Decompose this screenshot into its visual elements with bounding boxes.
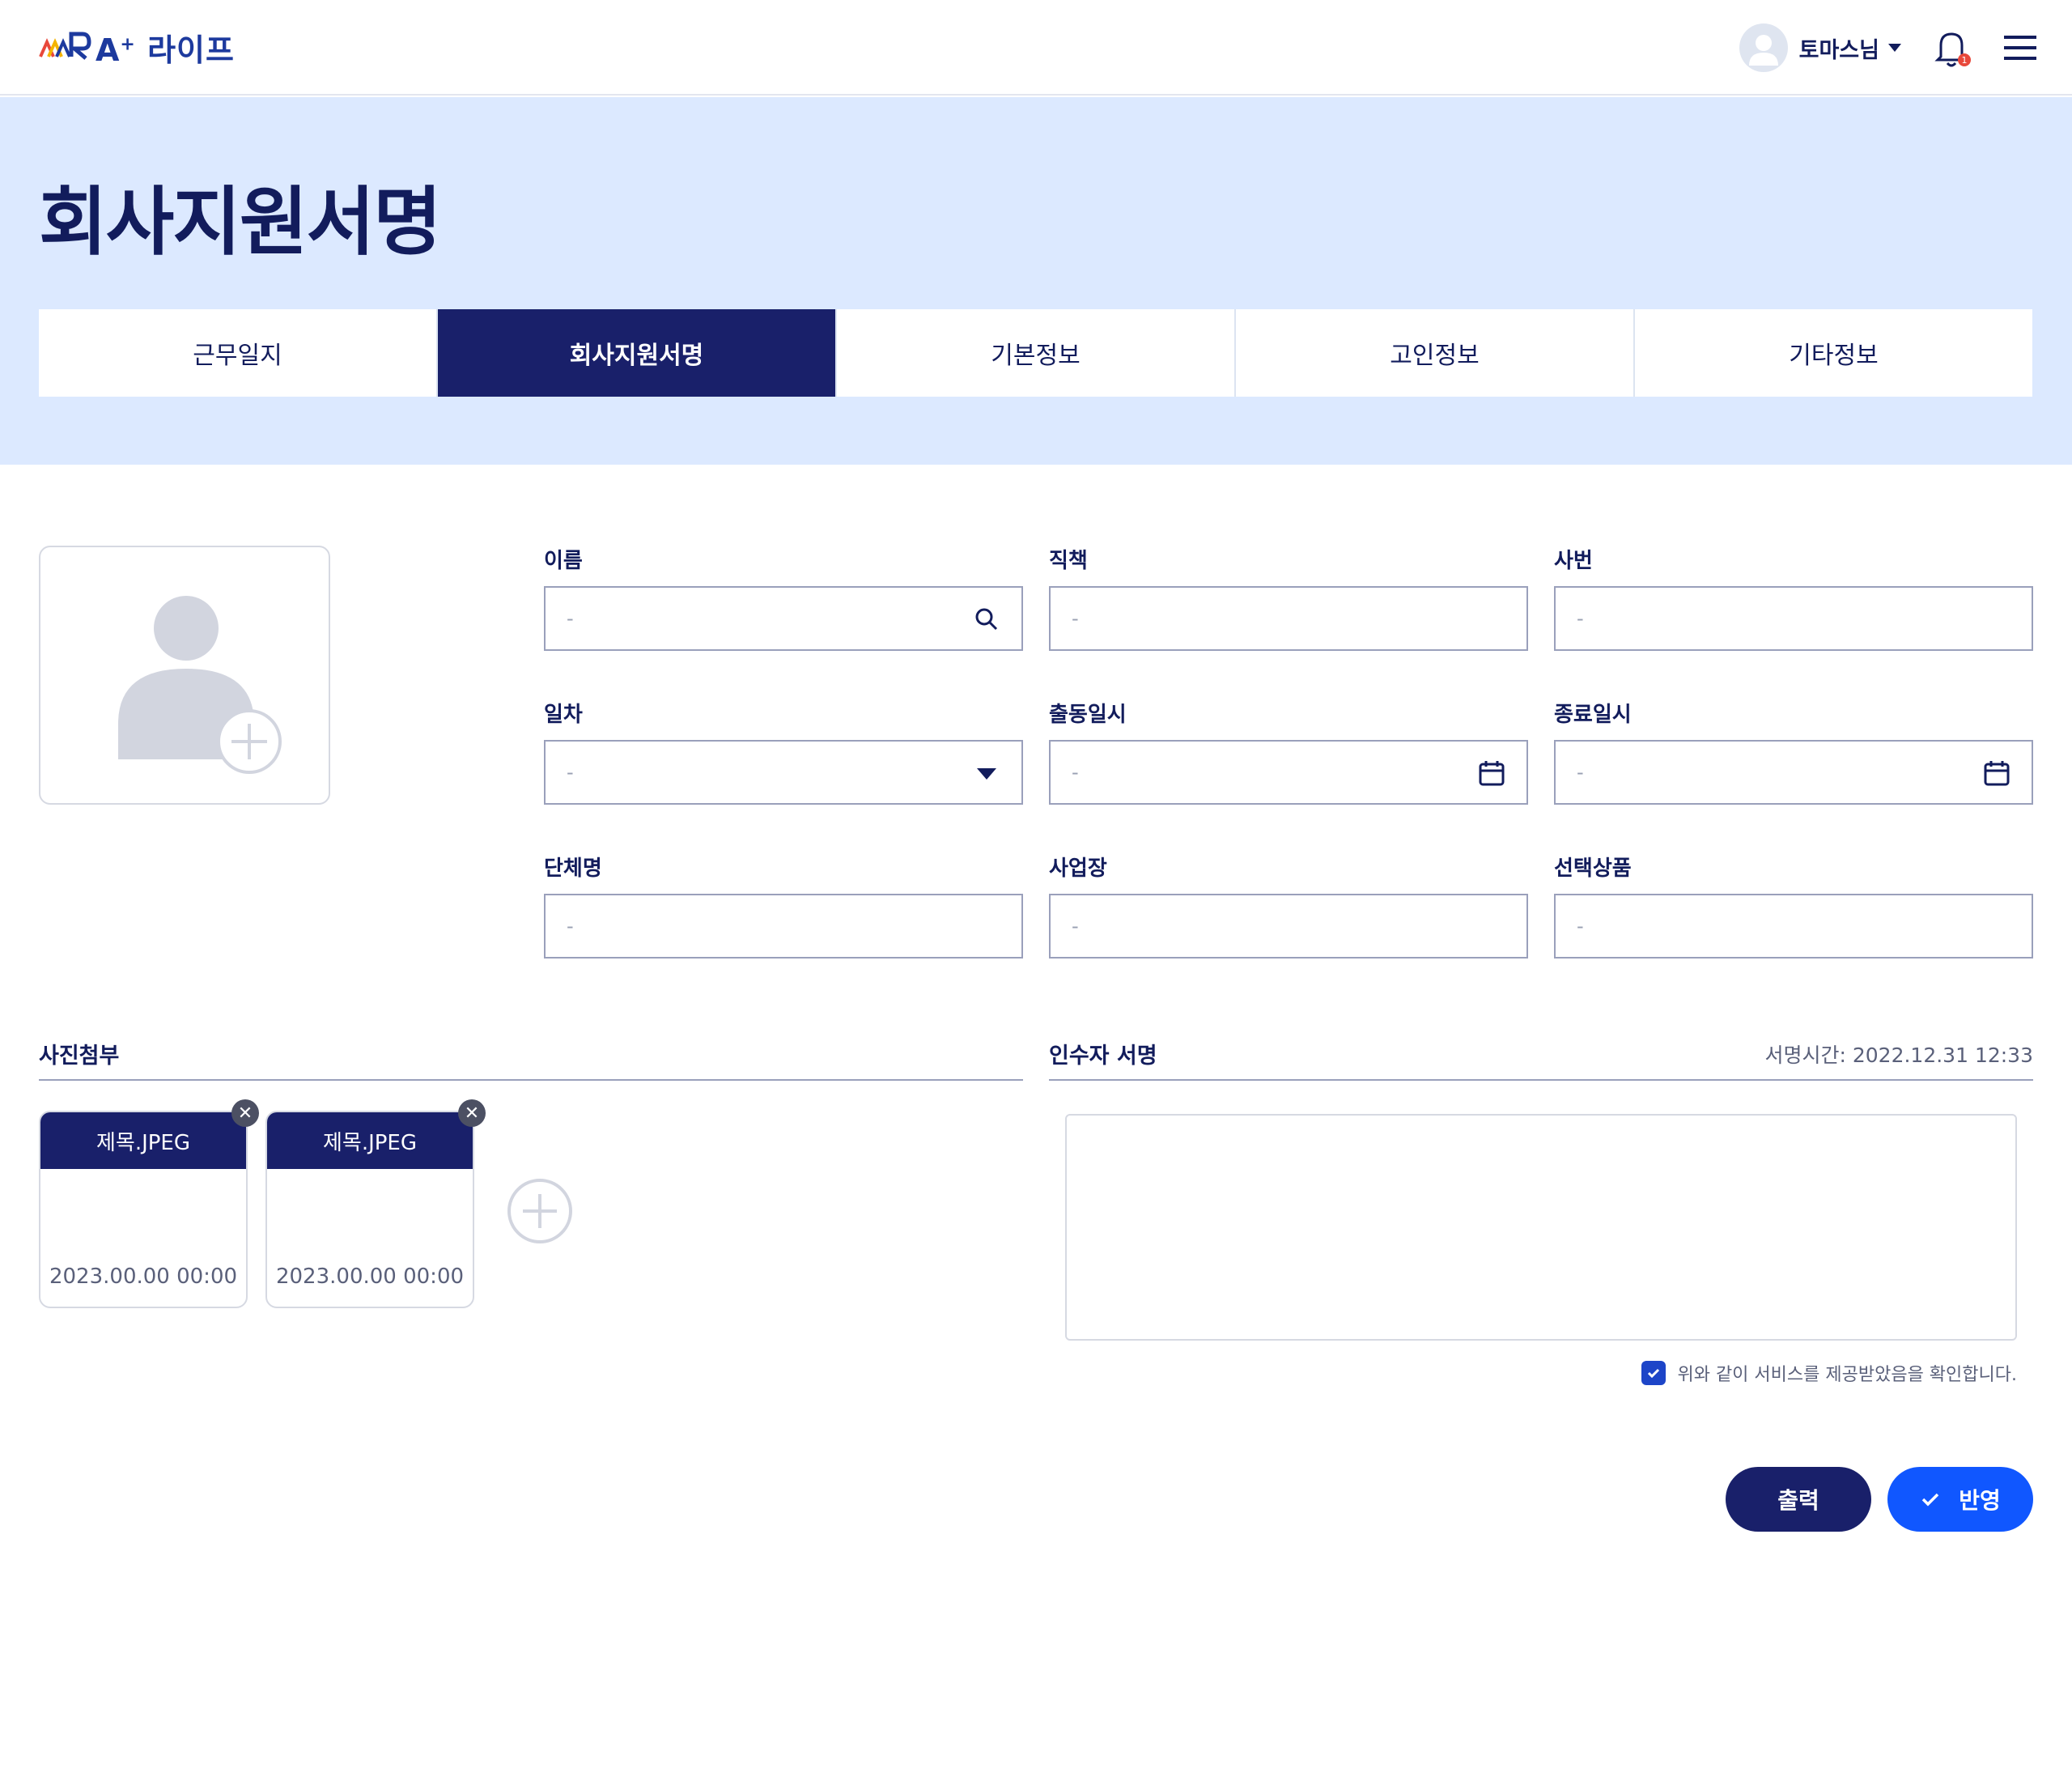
divider	[1049, 1079, 2033, 1081]
attachment-card[interactable]: 제목.JPEG 2023.00.00 00:00 ✕	[265, 1099, 486, 1308]
chevron-down-icon	[977, 768, 996, 780]
signature-pad[interactable]	[1065, 1114, 2017, 1341]
confirm-row: 위와 같이 서비스를 제공받았음을 확인합니다.	[1641, 1360, 2017, 1386]
name-field: 이름 -	[544, 544, 1023, 651]
apply-button[interactable]: 반영	[1887, 1467, 2033, 1532]
tab-bar: 근무일지 회사지원서명 기본정보 고인정보 기타정보	[39, 309, 2032, 397]
top-header: A+ 라이프 토마스님 1	[0, 0, 2072, 96]
search-icon[interactable]	[973, 606, 1000, 633]
name-input[interactable]: -	[544, 586, 1023, 651]
page-title: 회사지원서명	[39, 179, 442, 266]
apply-label: 반영	[1959, 1488, 2001, 1513]
start-time-input[interactable]: -	[1049, 740, 1528, 805]
calendar-icon[interactable]	[1983, 759, 2010, 787]
group-name-input[interactable]: -	[544, 894, 1023, 959]
start-time-label: 출동일시	[1049, 703, 1127, 727]
product-label: 선택상품	[1554, 856, 1632, 881]
profile-placeholder-icon	[118, 596, 282, 774]
caret-down-icon	[1888, 44, 1901, 52]
day-select[interactable]: -	[544, 740, 1023, 805]
logo[interactable]: A+ 라이프	[39, 24, 235, 70]
employee-no-field: 사번 -	[1554, 544, 2033, 651]
employee-no-input[interactable]: -	[1554, 586, 2033, 651]
group-name-field: 단체명 -	[544, 852, 1023, 959]
close-icon[interactable]: ✕	[458, 1099, 486, 1127]
tab-deceased-info[interactable]: 고인정보	[1236, 309, 1635, 397]
logo-mark-icon	[39, 32, 91, 60]
divider	[39, 1079, 1023, 1081]
product-input[interactable]: -	[1554, 894, 2033, 959]
attachment-name: 제목.JPEG	[267, 1112, 473, 1169]
position-input[interactable]: -	[1049, 586, 1528, 651]
notification-count: 1	[1962, 55, 1968, 66]
bell-icon[interactable]: 1	[1930, 26, 1973, 70]
start-time-field: 출동일시 -	[1049, 698, 1528, 805]
user-icon	[1748, 35, 1778, 66]
end-time-label: 종료일시	[1554, 703, 1632, 727]
day-label: 일차	[544, 703, 583, 727]
signature-time: 서명시간: 2022.12.31 12:33	[1764, 1044, 2033, 1067]
add-attachment-plus-icon[interactable]	[507, 1178, 573, 1244]
check-icon	[1648, 1368, 1660, 1379]
tab-basic-info[interactable]: 기본정보	[837, 309, 1236, 397]
attachment-date: 2023.00.00 00:00	[49, 1265, 238, 1289]
product-field: 선택상품 -	[1554, 852, 2033, 959]
close-icon[interactable]: ✕	[231, 1099, 259, 1127]
tab-work-log[interactable]: 근무일지	[39, 309, 438, 397]
workplace-field: 사업장 -	[1049, 852, 1528, 959]
end-time-field: 종료일시 -	[1554, 698, 2033, 805]
attachment-name: 제목.JPEG	[40, 1112, 246, 1169]
attachment-card[interactable]: 제목.JPEG 2023.00.00 00:00 ✕	[39, 1099, 259, 1308]
avatar	[1739, 23, 1788, 72]
day-field: 일차 -	[544, 698, 1023, 805]
tab-other-info[interactable]: 기타정보	[1635, 309, 2032, 397]
calendar-icon[interactable]	[1478, 759, 1505, 787]
check-icon	[1921, 1493, 1939, 1507]
user-name: 토마스님	[1798, 37, 1879, 63]
group-name-label: 단체명	[544, 856, 602, 881]
tab-company-signature[interactable]: 회사지원서명	[438, 309, 837, 397]
end-time-input[interactable]: -	[1554, 740, 2033, 805]
menu-icon[interactable]	[2002, 29, 2040, 66]
attachment-date: 2023.00.00 00:00	[275, 1265, 465, 1289]
workplace-label: 사업장	[1049, 856, 1107, 881]
position-label: 직책	[1049, 549, 1088, 573]
logo-text: A+ 라이프	[96, 32, 235, 68]
position-field: 직책 -	[1049, 544, 1528, 651]
name-label: 이름	[544, 549, 583, 573]
attachments-title: 사진첨부	[39, 1044, 120, 1069]
confirm-text: 위와 같이 서비스를 제공받았음을 확인합니다.	[1677, 1365, 2017, 1385]
confirm-checkbox[interactable]	[1641, 1361, 1667, 1385]
employee-no-label: 사번	[1554, 549, 1593, 573]
user-menu[interactable]: 토마스님	[1739, 23, 1902, 73]
profile-photo-upload[interactable]	[39, 546, 330, 805]
workplace-input[interactable]: -	[1049, 894, 1528, 959]
hero-banner: 회사지원서명 근무일지 회사지원서명 기본정보 고인정보 기타정보	[0, 97, 2072, 465]
signature-title: 인수자 서명	[1049, 1044, 1157, 1069]
print-button[interactable]: 출력	[1726, 1467, 1871, 1532]
